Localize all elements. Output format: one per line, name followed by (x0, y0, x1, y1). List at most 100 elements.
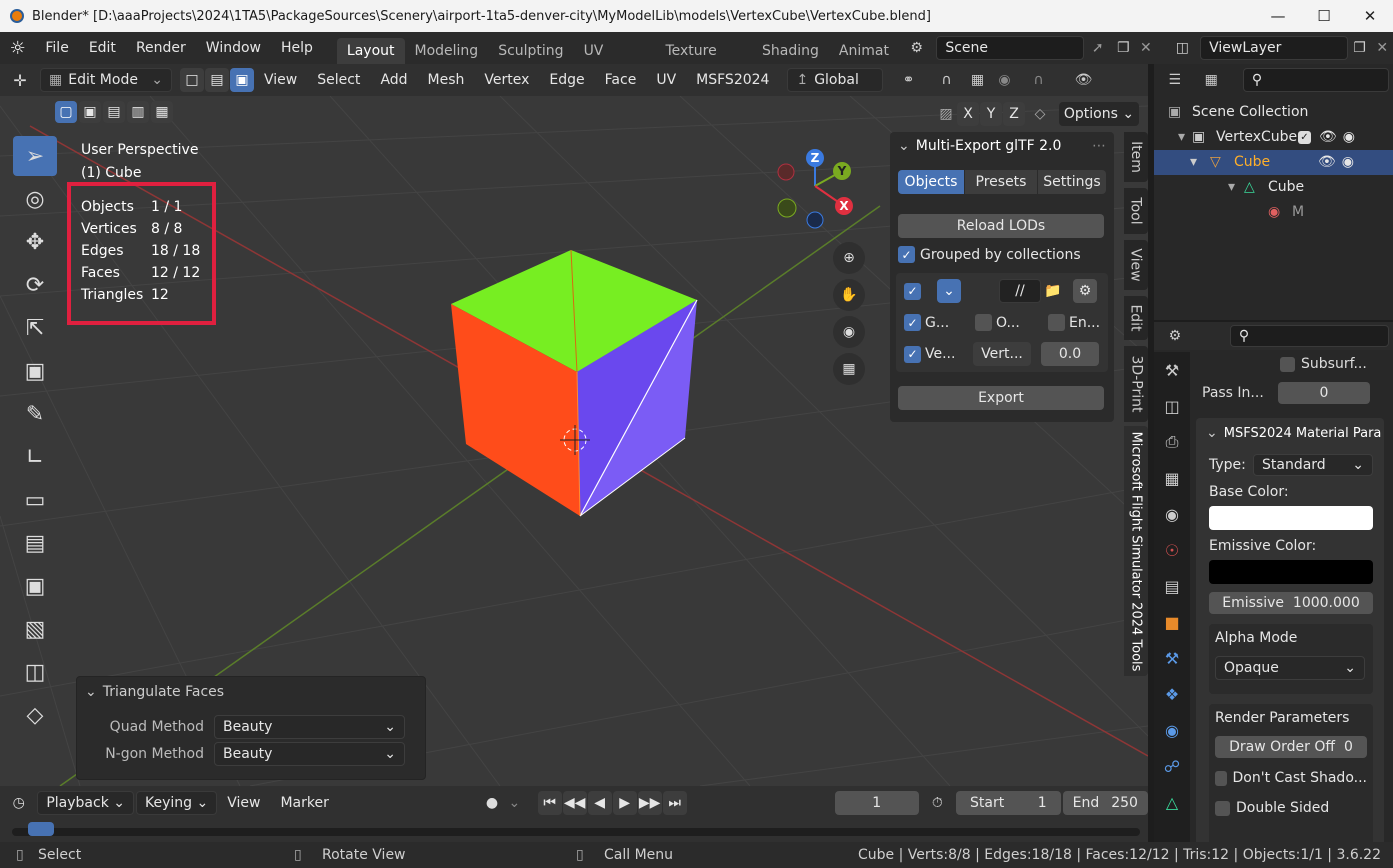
new-view-layer-icon[interactable]: ❐ (1348, 40, 1372, 56)
scene-selector[interactable]: Scene (936, 36, 1085, 60)
gizmo-neg-y-ball[interactable] (777, 198, 797, 218)
delete-scene-icon[interactable]: ✕ (1135, 40, 1157, 56)
menu-file[interactable]: File (35, 32, 78, 64)
menu-face[interactable]: Face (595, 64, 647, 96)
snap-icon[interactable]: ∩ (927, 72, 965, 88)
marker-menu[interactable]: Marker (270, 787, 338, 819)
add-cube-tool-icon[interactable]: ▭ (13, 480, 57, 520)
play-icon[interactable]: ▶ (612, 791, 637, 815)
grid-perspective-icon[interactable]: ▦ (833, 353, 865, 385)
zoom-icon[interactable]: ⊕ (833, 242, 865, 274)
tab-settings[interactable]: Settings (1038, 170, 1106, 194)
tab-animation[interactable]: Animat (829, 38, 899, 64)
current-frame-field[interactable]: 1 (834, 791, 919, 815)
pivot-icon[interactable]: ⚭ (889, 72, 927, 88)
sidebar-tab-view[interactable]: View (1124, 240, 1148, 290)
menu-view[interactable]: View (254, 64, 307, 96)
playhead[interactable] (28, 822, 54, 836)
keying-menu[interactable]: Keying ⌄ (136, 791, 218, 815)
orientation-selector[interactable]: ↥ Global (787, 68, 884, 92)
g-checkbox[interactable]: ✓ (904, 314, 921, 331)
editor-type-icon[interactable]: ✛ (0, 71, 40, 90)
drag-handle-icon[interactable]: ⋯ (1092, 138, 1106, 154)
select-invert-button[interactable]: ▥ (127, 101, 149, 123)
menu-edge[interactable]: Edge (539, 64, 594, 96)
settings-gear-icon[interactable]: ⚙ (1073, 279, 1097, 303)
jump-end-icon[interactable]: ⏭ (662, 791, 687, 815)
outliner-item-collection[interactable]: ▾ ▣ VertexCube ✓ 👁 ◉ (1168, 125, 1393, 150)
pin-icon[interactable]: ➚ (1084, 40, 1112, 56)
next-keyframe-icon[interactable]: ▶▶ (637, 791, 662, 815)
export-path-field[interactable]: // (999, 279, 1041, 303)
constraints-tab-icon[interactable]: ☍ (1154, 748, 1190, 784)
outliner-item-mesh[interactable]: ▾ △ Cube (1168, 175, 1393, 200)
timeline-editor-icon[interactable]: ◷ (0, 795, 37, 811)
expand-dropdown-button[interactable]: ⌄ (937, 279, 961, 303)
timeline-scrollbar[interactable] (12, 828, 1140, 836)
menu-add[interactable]: Add (370, 64, 417, 96)
mirror-z-button[interactable]: Z (1003, 102, 1025, 126)
falloff-icon[interactable]: ∩ (1019, 72, 1057, 88)
sidebar-tab-tool[interactable]: Tool (1124, 188, 1148, 234)
ngon-method-select[interactable]: Beauty ⌄ (214, 742, 405, 766)
start-frame-field[interactable]: Start 1 (956, 791, 1061, 815)
playback-menu[interactable]: Playback ⌄ (37, 791, 134, 815)
mirror-y-button[interactable]: Y (980, 102, 1002, 126)
end-frame-field[interactable]: End 250 (1062, 791, 1148, 815)
edge-select-button[interactable]: ▤ (205, 68, 229, 92)
ve-value-field[interactable]: 0.0 (1041, 342, 1099, 366)
render-camera-icon[interactable]: ◉ (1342, 150, 1354, 175)
gizmo-neg-x-ball[interactable] (777, 163, 795, 181)
output-tab-icon[interactable]: ⎙ (1154, 424, 1190, 460)
menu-render[interactable]: Render (126, 32, 196, 64)
proportional-edit-icon[interactable]: ◉ (989, 72, 1019, 88)
tab-objects[interactable]: Objects (898, 170, 964, 194)
folder-icon[interactable]: 📁 (1041, 283, 1065, 299)
reload-lods-button[interactable]: Reload LODs (898, 214, 1104, 238)
delete-view-layer-icon[interactable]: ✕ (1371, 40, 1393, 56)
annotate-tool-icon[interactable]: ✎ (13, 394, 57, 434)
jump-start-icon[interactable]: ⏮ (537, 791, 562, 815)
menu-mesh[interactable]: Mesh (418, 64, 475, 96)
close-button[interactable]: ✕ (1347, 0, 1393, 32)
sidebar-tab-edit[interactable]: Edit (1124, 296, 1148, 340)
select-subtract-button[interactable]: ▤ (103, 101, 125, 123)
measure-tool-icon[interactable]: ∟ (13, 437, 57, 477)
prev-keyframe-icon[interactable]: ◀◀ (562, 791, 587, 815)
emissive-field[interactable]: Emissive 1000.000 (1209, 592, 1373, 614)
loop-cut-tool-icon[interactable]: ◫ (13, 652, 57, 692)
stopwatch-icon[interactable]: ⏱ (919, 795, 956, 811)
scene-tab-icon[interactable]: ◉ (1154, 496, 1190, 532)
transform-tool-icon[interactable]: ▣ (13, 351, 57, 391)
navigation-gizmo[interactable]: Z Y X (772, 148, 862, 238)
ve-checkbox[interactable]: ✓ (904, 345, 921, 363)
eye-icon[interactable]: 👁 (1318, 150, 1336, 175)
maximize-button[interactable]: ☐ (1301, 0, 1347, 32)
select-extend-button[interactable]: ▣ (79, 101, 101, 123)
exclude-checkbox[interactable]: ✓ (1298, 131, 1311, 144)
tab-presets[interactable]: Presets (965, 170, 1037, 194)
snap-target-icon[interactable]: ▦ (965, 72, 989, 88)
scene-icon[interactable]: ⚙ (899, 40, 934, 56)
select-box-tool-icon[interactable]: ➢ (13, 136, 57, 176)
select-intersect-button[interactable]: ▦ (151, 101, 173, 123)
menu-select[interactable]: Select (307, 64, 370, 96)
bevel-tool-icon[interactable]: ▧ (13, 609, 57, 649)
new-scene-icon[interactable]: ❐ (1112, 40, 1136, 56)
properties-search-input[interactable]: ⚲ (1229, 325, 1389, 347)
record-icon[interactable]: ● (479, 795, 505, 811)
tab-uv-editing[interactable]: UV Editing (574, 38, 656, 64)
auto-merge-icon[interactable]: ◇ (1025, 106, 1055, 122)
sidebar-tab-3d-print[interactable]: 3D-Print (1124, 346, 1148, 422)
subsurf-checkbox[interactable] (1280, 356, 1295, 372)
export-button[interactable]: Export (898, 386, 1104, 410)
menu-window[interactable]: Window (196, 32, 271, 64)
enable-checkbox[interactable]: ✓ (904, 282, 921, 300)
tab-shading[interactable]: Shading (752, 38, 829, 64)
tab-sculpting[interactable]: Sculpting (488, 38, 573, 64)
mode-selector[interactable]: ▦ Edit Mode ⌄ (40, 68, 172, 92)
menu-uv[interactable]: UV (646, 64, 686, 96)
knife-tool-icon[interactable]: ◇ (13, 695, 57, 735)
tab-layout[interactable]: Layout (336, 38, 405, 64)
draw-order-field[interactable]: Draw Order Off 0 (1215, 736, 1367, 758)
